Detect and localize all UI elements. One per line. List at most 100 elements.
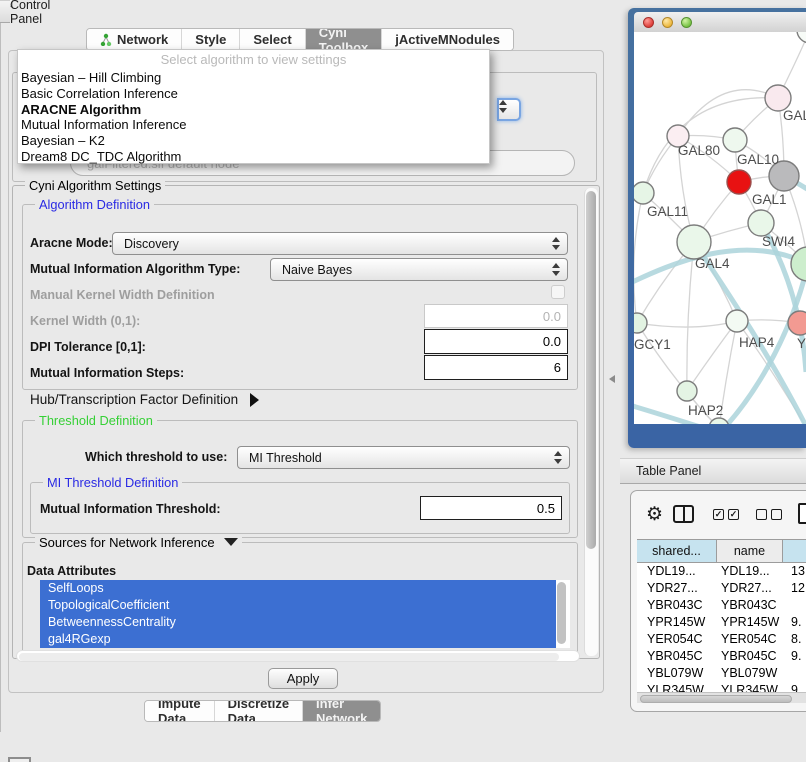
node-label: GAL4	[695, 256, 730, 271]
network-canvas[interactable]: GALGAL80GAL10GAL1GAL11SWI4GAL4GCY1HAP4YH…	[634, 32, 806, 424]
algorithm-combobox-fragment[interactable]	[497, 98, 521, 121]
dropdown-item[interactable]: Dream8 DC_TDC Algorithm	[18, 149, 489, 165]
network-node[interactable]	[634, 182, 654, 204]
network-node[interactable]	[727, 170, 751, 194]
network-node[interactable]	[677, 225, 711, 259]
settings-hscrollbar-track[interactable]	[16, 650, 580, 662]
file-icon[interactable]	[798, 503, 806, 524]
mi-threshold-field[interactable]	[420, 496, 562, 520]
bottom-tab-discretize-data[interactable]: Discretize Data	[215, 701, 303, 721]
table-panel-titlebar: Table Panel	[620, 458, 806, 484]
tab-select[interactable]: Select	[240, 29, 305, 50]
toolbar-button-fragment[interactable]	[8, 757, 31, 762]
network-node[interactable]	[709, 418, 729, 424]
node-label: Y	[797, 336, 806, 351]
column-header-shared-name[interactable]: shared...	[637, 539, 717, 563]
mi-type-combobox[interactable]: Naive Bayes	[270, 258, 568, 281]
table-row[interactable]: YDL19...YDL19...13	[637, 563, 806, 580]
table-cell: YER054C	[721, 631, 777, 648]
sources-title-row[interactable]: Sources for Network Inference	[35, 535, 242, 550]
kernel-width-label: Kernel Width (0,1):	[30, 314, 140, 328]
list-scrollbar-thumb[interactable]	[557, 582, 566, 644]
unchecked-checkbox-icon[interactable]	[771, 509, 782, 520]
table-row[interactable]: YBR045CYBR045C9.	[637, 648, 806, 665]
network-node[interactable]	[788, 311, 806, 335]
network-node[interactable]	[748, 210, 774, 236]
tab-network[interactable]: Network	[87, 29, 182, 50]
minimize-traffic-icon[interactable]	[662, 17, 673, 28]
bottom-tab-infer-network[interactable]: Infer Network	[303, 701, 380, 721]
network-node[interactable]	[723, 128, 747, 152]
attribute-list-item-selected[interactable]: SelfLoops	[40, 580, 556, 597]
dropdown-item[interactable]: Bayesian – K2	[18, 133, 489, 149]
network-edge[interactable]	[687, 321, 737, 391]
aracne-mode-combobox[interactable]: Discovery	[112, 232, 568, 255]
split-view-icon[interactable]	[673, 505, 694, 523]
splitter-collapse-icon[interactable]	[609, 375, 615, 383]
dpi-tolerance-field[interactable]	[424, 329, 568, 354]
dpi-tolerance-label: DPI Tolerance [0,1]:	[30, 340, 146, 354]
network-node[interactable]	[797, 32, 806, 43]
table-row[interactable]: YDR27...YDR27...12	[637, 580, 806, 597]
dropdown-item[interactable]: Mutual Information Inference	[18, 117, 489, 133]
table-cell: YDL19...	[647, 563, 696, 580]
dropdown-item[interactable]: Basic Correlation Inference	[18, 86, 489, 102]
which-threshold-combobox[interactable]: MI Threshold	[237, 446, 570, 469]
node-label: GCY1	[634, 337, 671, 352]
network-edge[interactable]	[634, 193, 643, 323]
mi-type-label: Mutual Information Algorithm Type:	[30, 262, 240, 276]
column-header-name[interactable]: name	[717, 539, 783, 563]
table-row[interactable]: YER054CYER054C8.	[637, 631, 806, 648]
gear-icon[interactable]: ⚙	[646, 503, 663, 526]
algorithm-dropdown-prompt: Select algorithm to view settings	[18, 50, 489, 70]
checked-checkbox-icon[interactable]: ✓	[728, 509, 739, 520]
control-panel-title: Control Panel	[10, 0, 50, 26]
table-row[interactable]: YBL079WYBL079W	[637, 665, 806, 682]
data-attributes-list[interactable]: SelfLoopsTopologicalCoefficientBetweenne…	[40, 580, 570, 648]
bottom-tab-impute-data[interactable]: Impute Data	[145, 701, 215, 721]
attribute-list-item-selected[interactable]: gal4RGexp	[40, 631, 556, 648]
dropdown-item[interactable]: ARACNE Algorithm	[18, 102, 489, 118]
manual-kernel-checkbox[interactable]	[551, 285, 565, 299]
network-edge[interactable]	[687, 242, 694, 391]
network-edge[interactable]	[637, 321, 737, 327]
tab-jactivemnodules[interactable]: jActiveMNodules	[382, 29, 513, 50]
attribute-list-item-selected[interactable]: TopologicalCoefficient	[40, 597, 556, 614]
checked-checkbox-icon[interactable]: ✓	[713, 509, 724, 520]
table-row[interactable]: YPR145WYPR145W9.	[637, 614, 806, 631]
settings-hscrollbar-thumb[interactable]	[19, 653, 559, 661]
column-header-partial[interactable]: A	[783, 539, 806, 563]
expand-right-icon	[250, 393, 259, 407]
table-row[interactable]: YBR043CYBR043C	[637, 597, 806, 614]
collapse-down-icon	[224, 538, 238, 546]
tab-label: Style	[195, 32, 226, 47]
network-node[interactable]	[634, 313, 647, 333]
mi-steps-field[interactable]	[424, 355, 568, 380]
close-traffic-icon[interactable]	[643, 17, 654, 28]
settings-scrollbar-thumb[interactable]	[586, 191, 596, 549]
network-node[interactable]	[677, 381, 697, 401]
node-label: GAL1	[752, 192, 787, 207]
network-node[interactable]	[791, 247, 806, 281]
which-threshold-value: MI Threshold	[249, 451, 322, 465]
network-edge[interactable]	[678, 90, 778, 136]
zoom-traffic-icon[interactable]	[681, 17, 692, 28]
network-canvas-svg: GALGAL80GAL10GAL1GAL11SWI4GAL4GCY1HAP4YH…	[634, 32, 806, 424]
node-table[interactable]: shared... name A YDL19...YDL19...13YDR27…	[637, 539, 806, 703]
attribute-list-item-selected[interactable]: BetweennessCentrality	[40, 614, 556, 631]
network-node[interactable]	[726, 310, 748, 332]
hub-definition-expander[interactable]: Hub/Transcription Factor Definition	[30, 392, 259, 407]
dropdown-item[interactable]: Bayesian – Hill Climbing	[18, 70, 489, 86]
kernel-width-field[interactable]	[424, 304, 568, 328]
table-hscrollbar-thumb[interactable]	[640, 695, 792, 703]
apply-button[interactable]: Apply	[268, 668, 338, 689]
sources-title: Sources for Network Inference	[39, 535, 215, 550]
table-cell: 9.	[791, 648, 801, 665]
table-cell: YPR145W	[721, 614, 779, 631]
table-cell: YPR145W	[647, 614, 705, 631]
tab-style[interactable]: Style	[182, 29, 240, 50]
table-cell: YBR043C	[647, 597, 703, 614]
tab-cyni-toolbox[interactable]: Cyni Toolbox	[306, 29, 383, 50]
table-hscrollbar-track[interactable]	[637, 692, 806, 703]
unchecked-checkbox-icon[interactable]	[756, 509, 767, 520]
